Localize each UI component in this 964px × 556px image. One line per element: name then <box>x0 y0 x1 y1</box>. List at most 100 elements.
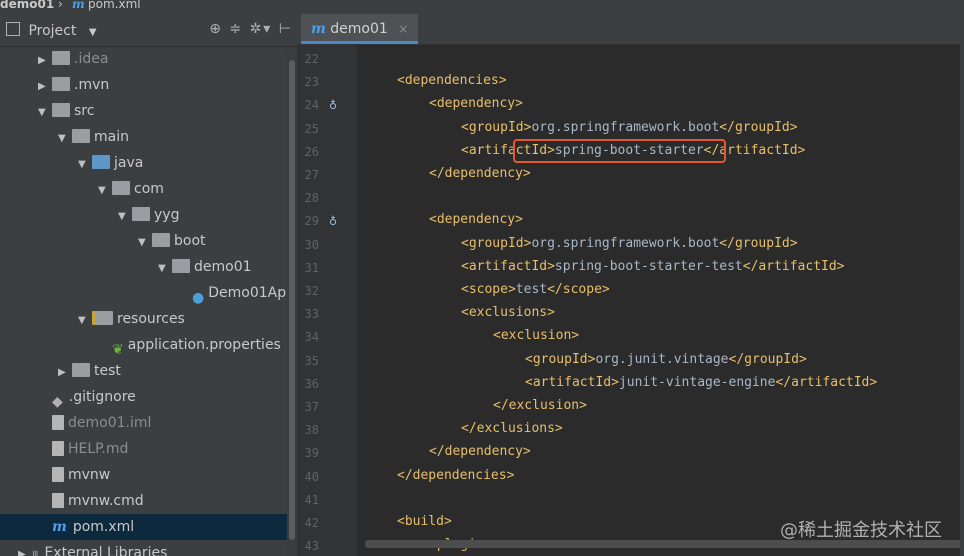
breadcrumb-project[interactable]: demo01 <box>0 0 54 10</box>
tree-item-mvnw-cmd[interactable]: mvnw.cmd <box>0 488 297 514</box>
tree-item-pom-xml[interactable]: m pom.xml <box>0 514 297 540</box>
maven-dependency-gutter-icon[interactable]: ♁ <box>329 215 337 228</box>
project-scrollbar[interactable] <box>287 50 297 556</box>
tree-item-src[interactable]: ▼ src <box>0 98 297 124</box>
line-number: 34 <box>304 330 319 345</box>
tree-item-label: java <box>114 155 144 171</box>
line-number: 41 <box>304 492 319 507</box>
tree-item-application-properties[interactable]: ❦ application.properties <box>0 332 297 358</box>
tree-item-com[interactable]: ▼ com <box>0 176 297 202</box>
tree-item-label: main <box>94 129 129 145</box>
tree-item-external-libraries[interactable]: ▶⫼ External Libraries <box>0 540 297 556</box>
tree-item-label: src <box>74 103 95 119</box>
xml-tag: <scope> <box>461 282 516 297</box>
chevron-right-icon[interactable]: ▶ <box>18 542 32 556</box>
tree-item-idea[interactable]: ▶ .idea <box>0 46 297 72</box>
line-number: 43 <box>304 539 319 554</box>
line-number: 35 <box>304 353 319 368</box>
xml-tag: <groupId> <box>461 235 532 251</box>
folder-icon <box>112 181 130 195</box>
line-number: 33 <box>304 307 319 322</box>
folder-icon <box>132 207 150 221</box>
tree-item-label: mvnw.cmd <box>68 493 144 509</box>
tree-item-resources[interactable]: ▼ resources <box>0 306 297 332</box>
editor-tab-bar: m demo01 × <box>297 14 964 45</box>
code-line: </dependency> <box>429 444 531 459</box>
hide-icon[interactable]: ⊢ <box>279 21 293 37</box>
project-toolbar: ⊕ ≑ ✲▾ ⊢ <box>209 21 293 37</box>
xml-tag: <artifactId> <box>525 374 619 390</box>
xml-tag: </dependencies> <box>397 467 515 483</box>
breadcrumb-file[interactable]: pom.xml <box>88 0 141 10</box>
tree-item-label: .idea <box>74 51 109 67</box>
chevron-right-icon[interactable]: ▶ <box>38 48 52 74</box>
tab-demo01[interactable]: m demo01 × <box>301 14 419 44</box>
chevron-down-icon[interactable]: ▼ <box>158 256 172 282</box>
xml-tag: </scope> <box>547 282 610 297</box>
tree-item-help-md[interactable]: HELP.md <box>0 436 297 462</box>
tree-item-label: HELP.md <box>68 441 129 457</box>
tree-item-test[interactable]: ▶ test <box>0 358 297 384</box>
tree-item-label: External Libraries <box>44 545 168 556</box>
close-icon[interactable]: × <box>398 22 408 36</box>
line-number: 42 <box>304 516 319 530</box>
line-number: 32 <box>304 284 319 298</box>
chevron-down-icon[interactable]: ▼ <box>38 100 52 126</box>
project-panel: Project ▼ ⊕ ≑ ✲▾ ⊢ ▶ .idea ▶ .mvn ▼ src ▼ main ▼… <box>0 14 297 556</box>
chevron-down-icon[interactable]: ▼ <box>118 204 132 230</box>
xml-tag: <exclusion> <box>493 328 580 344</box>
scrollbar-thumb[interactable] <box>289 60 295 540</box>
xml-tag: </exclusion> <box>493 398 587 413</box>
tree-item-mvn[interactable]: ▶ .mvn <box>0 72 297 98</box>
chevron-down-icon: ▼ <box>88 27 97 38</box>
line-number: 38 <box>304 423 319 438</box>
breadcrumb-separator: › <box>58 0 63 11</box>
maven-icon: m <box>52 519 67 535</box>
libraries-icon: ⫼ <box>32 545 38 556</box>
code-line: </exclusions> <box>461 421 563 436</box>
xml-tag: <artifactId> <box>461 258 555 274</box>
tree-item-label: demo01.iml <box>68 415 152 431</box>
tree-item-gitignore[interactable]: ◆ .gitignore <box>0 384 297 410</box>
tree-item-yyg[interactable]: ▼ yyg <box>0 202 297 228</box>
tree-item-demo01-iml[interactable]: demo01.iml <box>0 410 297 436</box>
chevron-down-icon[interactable]: ▼ <box>138 230 152 256</box>
tree-item-boot[interactable]: ▼ boot <box>0 228 297 254</box>
editor-pane: m demo01 × 22 23 <dependencies> 24 ♁ <depende… <box>297 14 964 556</box>
folder-icon <box>72 129 90 143</box>
xml-tag: <build> <box>397 514 452 529</box>
xml-tag: </dependency> <box>429 444 531 460</box>
tree-item-label: resources <box>117 311 185 327</box>
maven-icon: m <box>311 21 326 37</box>
code-line: <artifactId>spring-boot-starter-test</ar… <box>461 259 845 274</box>
tree-item-demo01applic[interactable]: ●Demo01Applic <box>0 280 297 306</box>
chevron-right-icon[interactable]: ▶ <box>38 74 52 100</box>
chevron-right-icon[interactable]: ▶ <box>58 360 72 386</box>
tree-item-main[interactable]: ▼ main <box>0 124 297 150</box>
tree-item-label: yyg <box>154 207 180 223</box>
project-view-selector[interactable]: Project ▼ <box>6 22 97 39</box>
code-line: <exclusions> <box>461 305 555 320</box>
chevron-down-icon[interactable]: ▼ <box>98 178 112 204</box>
line-number: 26 <box>304 144 319 159</box>
collapse-icon[interactable]: ≑ <box>229 21 243 37</box>
xml-text: org.springframework.boot <box>531 235 720 251</box>
tree-item-demo01[interactable]: ▼ demo01 <box>0 254 297 280</box>
crosshair-icon[interactable]: ⊕ <box>209 21 223 37</box>
line-number: 39 <box>304 446 319 461</box>
xml-tag: </artifactId> <box>742 258 845 274</box>
xml-tag: </groupId> <box>719 235 798 251</box>
tree-item-label: .gitignore <box>68 389 136 405</box>
tree-item-java[interactable]: ▼ java <box>0 150 297 176</box>
chevron-down-icon[interactable]: ▼ <box>78 308 92 334</box>
file-icon <box>52 466 64 482</box>
chevron-down-icon[interactable]: ▼ <box>58 126 72 152</box>
code-line: </dependencies> <box>397 468 514 483</box>
chevron-down-icon[interactable]: ▼ <box>78 152 92 178</box>
gear-icon[interactable]: ✲▾ <box>250 21 273 37</box>
xml-tag: <groupId> <box>461 119 532 135</box>
xml-tag: <groupId> <box>525 351 596 367</box>
maven-dependency-gutter-icon[interactable]: ♁ <box>329 99 337 112</box>
tree-item-mvnw[interactable]: mvnw <box>0 462 297 488</box>
line-number: 31 <box>304 260 319 275</box>
